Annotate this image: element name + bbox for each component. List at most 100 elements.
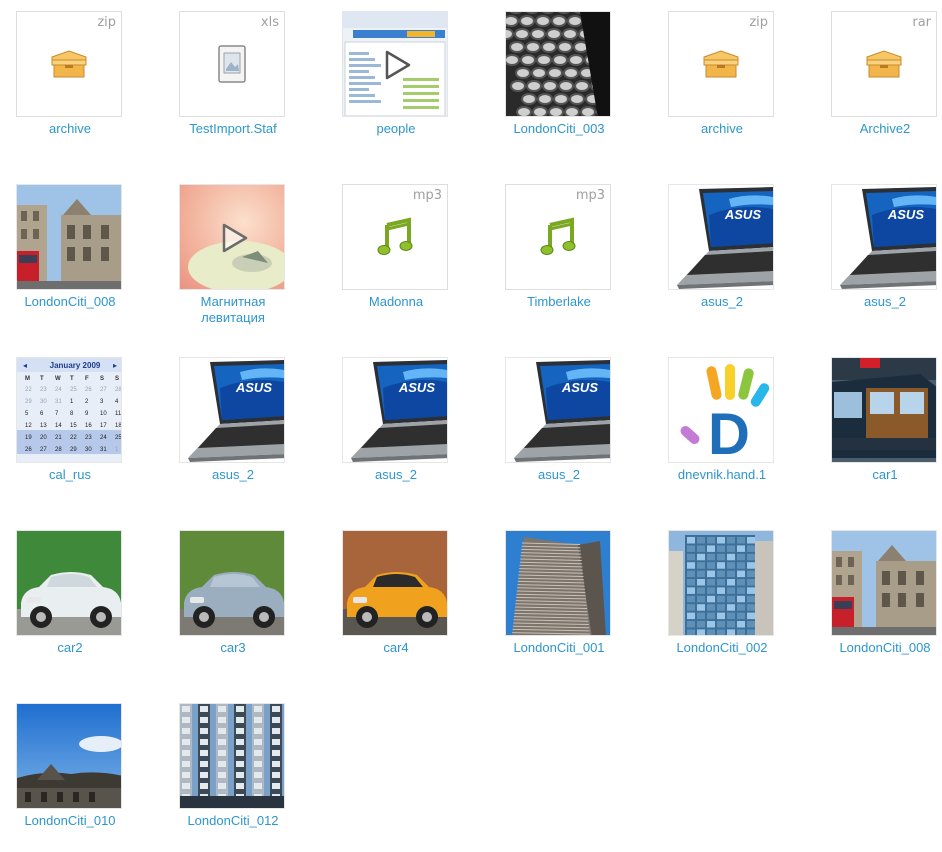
file-thumbnail[interactable]	[831, 530, 937, 636]
music-note-icon	[540, 217, 576, 257]
file-name[interactable]: LondonCiti_010	[0, 813, 140, 829]
file-thumbnail[interactable]: zip	[16, 11, 122, 117]
file-item[interactable]: LondonCiti_001	[489, 519, 629, 679]
file-name[interactable]: asus_2	[815, 294, 942, 310]
file-item[interactable]: LondonCiti_002	[652, 519, 792, 679]
laptop-brand-text: ASUS	[887, 207, 924, 222]
file-name[interactable]: LondonCiti_012	[163, 813, 303, 829]
glass-building-photo	[669, 531, 774, 636]
file-item[interactable]: rar Archive2	[815, 0, 942, 160]
file-item[interactable]: mp3 Timberlake	[489, 173, 629, 333]
file-name[interactable]: asus_2	[163, 467, 303, 483]
file-name[interactable]: LondonCiti_003	[489, 121, 629, 137]
file-thumbnail[interactable]	[179, 184, 285, 290]
file-name[interactable]: Timberlake	[489, 294, 629, 310]
file-name[interactable]: LondonCiti_008	[815, 640, 942, 656]
file-item[interactable]: zip archive	[0, 0, 140, 160]
file-thumbnail[interactable]	[831, 357, 937, 463]
file-name[interactable]: LondonCiti_008	[0, 294, 140, 310]
svg-text:F: F	[85, 376, 89, 382]
file-item[interactable]: LondonCiti_003	[489, 0, 629, 160]
file-item[interactable]: LondonCiti_010	[0, 692, 140, 852]
file-thumbnail[interactable]: rar	[831, 11, 937, 117]
file-name[interactable]: asus_2	[652, 294, 792, 310]
file-thumbnail[interactable]: zip	[668, 11, 774, 117]
file-thumbnail[interactable]: D	[668, 357, 774, 463]
laptop-brand-text: ASUS	[398, 380, 435, 395]
file-thumbnail[interactable]: xls	[179, 11, 285, 117]
file-thumbnail[interactable]	[16, 184, 122, 290]
file-thumbnail[interactable]: ASUS	[831, 184, 937, 290]
svg-text:◂: ◂	[23, 361, 27, 370]
file-item[interactable]: ASUS asus_2	[489, 346, 629, 506]
file-item[interactable]: xls TestImport.Staf	[163, 0, 303, 160]
file-thumbnail[interactable]	[505, 530, 611, 636]
file-name[interactable]: car1	[815, 467, 942, 483]
laptop-photo: ASUS	[669, 185, 774, 290]
file-item[interactable]: zip archive	[652, 0, 792, 160]
file-name[interactable]: asus_2	[326, 467, 466, 483]
play-icon	[343, 12, 448, 117]
file-item[interactable]: LondonCiti_008	[815, 519, 942, 679]
file-name[interactable]: LondonCiti_001	[489, 640, 629, 656]
file-item[interactable]: people	[326, 0, 466, 160]
music-note-icon	[377, 217, 413, 257]
svg-text:16: 16	[85, 423, 92, 429]
file-name[interactable]: people	[326, 121, 466, 137]
file-thumbnail[interactable]	[179, 703, 285, 809]
file-name[interactable]: Madonna	[326, 294, 466, 310]
file-extension: mp3	[413, 188, 442, 203]
file-thumbnail[interactable]	[16, 530, 122, 636]
file-item[interactable]: car2	[0, 519, 140, 679]
svg-text:27: 27	[100, 387, 107, 393]
file-thumbnail[interactable]: ASUS	[505, 357, 611, 463]
svg-text:30: 30	[85, 447, 92, 453]
file-name[interactable]: car2	[0, 640, 140, 656]
svg-text:T: T	[40, 376, 44, 382]
file-thumbnail[interactable]	[505, 11, 611, 117]
file-name[interactable]: archive	[0, 121, 140, 137]
file-item[interactable]: January 2009◂▸MTWTFSS2223242526272829303…	[0, 346, 140, 506]
file-item[interactable]: LondonCiti_008	[0, 173, 140, 333]
file-name[interactable]: LondonCiti_002	[652, 640, 792, 656]
file-name[interactable]: Магнитнаялевитация	[163, 294, 303, 326]
file-name[interactable]: asus_2	[489, 467, 629, 483]
file-thumbnail[interactable]: ASUS	[668, 184, 774, 290]
file-item[interactable]: Ddnevnik.hand.1	[652, 346, 792, 506]
svg-text:T: T	[70, 376, 74, 382]
file-item[interactable]: car1	[815, 346, 942, 506]
svg-text:25: 25	[115, 435, 122, 441]
file-thumbnail[interactable]	[342, 11, 448, 117]
file-item[interactable]: mp3 Madonna	[326, 173, 466, 333]
file-name[interactable]: cal_rus	[0, 467, 140, 483]
hand-logo: D	[669, 358, 774, 463]
file-item[interactable]: ASUS asus_2	[163, 346, 303, 506]
file-name[interactable]: Archive2	[815, 121, 942, 137]
svg-text:12: 12	[25, 423, 32, 429]
file-name[interactable]: dnevnik.hand.1	[652, 467, 792, 483]
london-street-photo	[17, 185, 122, 290]
file-name[interactable]: TestImport.Staf	[163, 121, 303, 137]
file-item[interactable]: ASUS asus_2	[815, 173, 942, 333]
file-thumbnail[interactable]	[342, 530, 448, 636]
file-thumbnail[interactable]	[16, 703, 122, 809]
file-name[interactable]: car4	[326, 640, 466, 656]
file-name-line-1: Магнитная	[163, 294, 303, 310]
file-thumbnail[interactable]: mp3	[342, 184, 448, 290]
laptop-photo: ASUS	[506, 358, 611, 463]
file-thumbnail[interactable]: ASUS	[342, 357, 448, 463]
file-item[interactable]: LondonCiti_012	[163, 692, 303, 852]
file-thumbnail[interactable]: mp3	[505, 184, 611, 290]
file-thumbnail[interactable]: January 2009◂▸MTWTFSS2223242526272829303…	[16, 357, 122, 463]
file-thumbnail[interactable]	[668, 530, 774, 636]
file-item[interactable]: car3	[163, 519, 303, 679]
file-item[interactable]: ASUS asus_2	[652, 173, 792, 333]
file-thumbnail[interactable]	[179, 530, 285, 636]
file-thumbnail[interactable]: ASUS	[179, 357, 285, 463]
file-name[interactable]: archive	[652, 121, 792, 137]
file-item[interactable]: Магнитнаялевитация	[163, 173, 303, 333]
file-name[interactable]: car3	[163, 640, 303, 656]
file-item[interactable]: ASUS asus_2	[326, 346, 466, 506]
file-item[interactable]: car4	[326, 519, 466, 679]
svg-text:▸: ▸	[113, 361, 117, 370]
